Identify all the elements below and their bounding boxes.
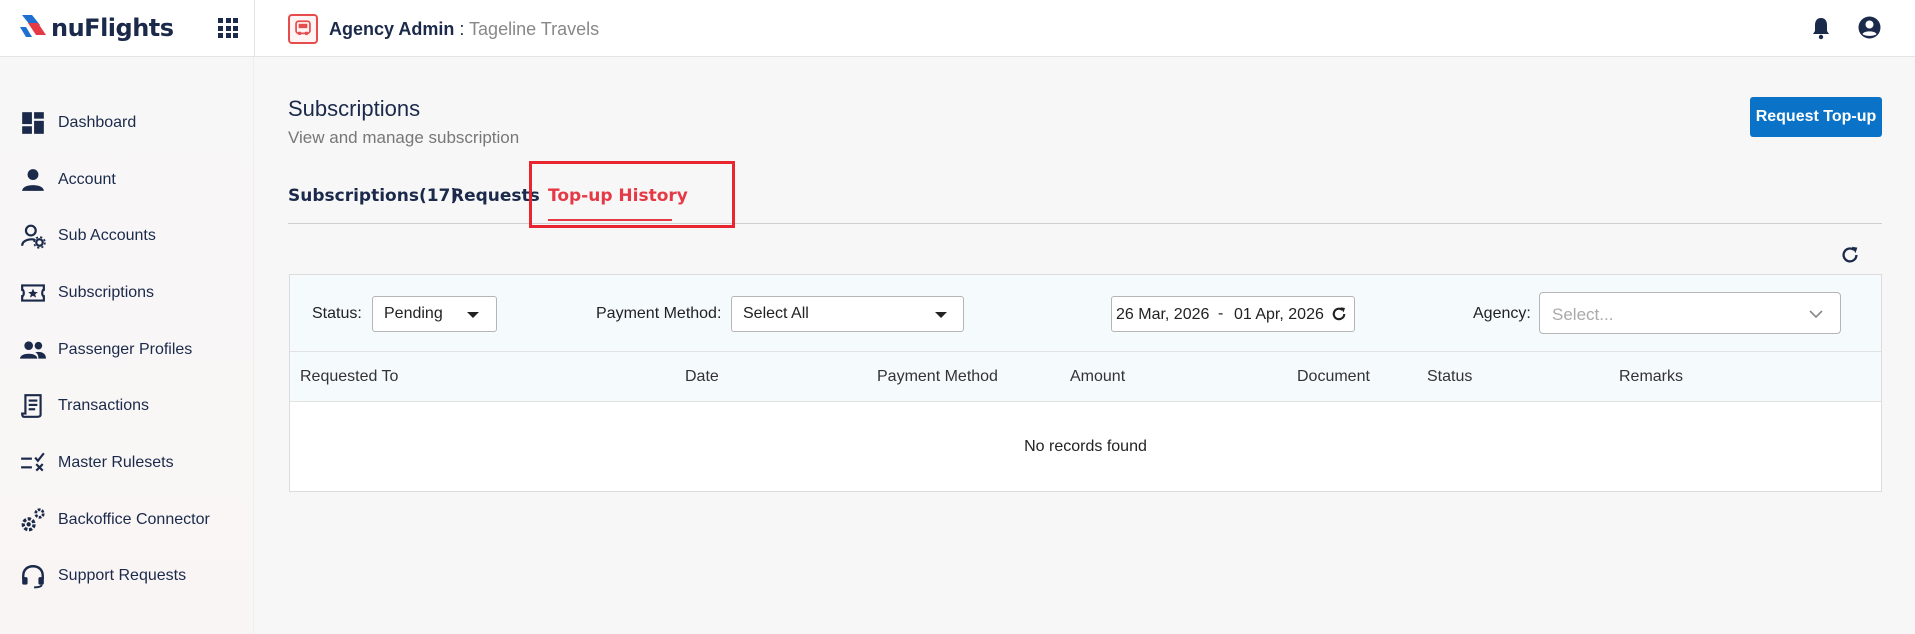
- checklist-icon: [21, 452, 45, 472]
- tab-bar: Subscriptions(17) Requests Top-up Histor…: [288, 164, 1882, 224]
- sidebar-item-label: Dashboard: [58, 114, 137, 131]
- top-bar: nuFlights Agency Admin : Tageline Travel…: [0, 0, 1915, 57]
- date-to: 01 Apr, 2026: [1234, 306, 1324, 323]
- column-header-remarks: Remarks: [1619, 368, 1684, 385]
- account-circle-icon[interactable]: [1857, 15, 1882, 40]
- highlight-annotation: [529, 161, 735, 228]
- column-header-status: Status: [1427, 368, 1473, 385]
- sidebar-item-master-rulesets[interactable]: Master Rulesets: [0, 443, 254, 483]
- date-reset-icon[interactable]: [1330, 305, 1348, 323]
- status-select[interactable]: Pending: [372, 296, 497, 332]
- column-header-amount: Amount: [1070, 368, 1126, 385]
- agency-name: Tageline Travels: [469, 19, 600, 39]
- agency-label: Agency Admin: [329, 19, 455, 39]
- apps-grid-icon[interactable]: [218, 18, 238, 38]
- request-topup-button[interactable]: Request Top-up: [1750, 97, 1882, 137]
- brand-name: nuFlights: [51, 14, 174, 42]
- tab-subscriptions[interactable]: Subscriptions(17): [288, 186, 458, 206]
- date-from: 26 Mar, 2026: [1116, 306, 1210, 323]
- column-header-payment-method: Payment Method: [877, 368, 998, 385]
- sidebar-item-support-requests[interactable]: Support Requests: [0, 556, 254, 596]
- tab-requests[interactable]: Requests: [451, 186, 540, 206]
- date-range-picker[interactable]: 26 Mar, 2026 - 01 Apr, 2026: [1111, 296, 1355, 332]
- people-icon: [20, 341, 46, 359]
- sidebar-item-label: Master Rulesets: [58, 454, 174, 471]
- column-header-requested-to: Requested To: [300, 368, 399, 385]
- column-header-document: Document: [1297, 368, 1370, 385]
- sidebar-item-passenger-profiles[interactable]: Passenger Profiles: [0, 330, 254, 370]
- sidebar-item-backoffice-connector[interactable]: Backoffice Connector: [0, 500, 254, 540]
- sidebar: Dashboard Account Sub Accounts Subscript…: [0, 57, 254, 634]
- user-gear-icon: [21, 224, 46, 249]
- sidebar-item-subscriptions[interactable]: Subscriptions: [0, 273, 254, 313]
- topup-history-panel: Status: Pending Payment Method: Select A…: [289, 274, 1882, 492]
- sidebar-item-label: Support Requests: [58, 567, 187, 584]
- sidebar-item-label: Subscriptions: [58, 284, 155, 301]
- sidebar-item-sub-accounts[interactable]: Sub Accounts: [0, 216, 254, 256]
- receipt-icon: [21, 394, 42, 418]
- chevron-down-icon: [1809, 310, 1823, 319]
- sidebar-item-label: Account: [58, 171, 116, 188]
- column-header-date: Date: [685, 368, 719, 385]
- page-title: Subscriptions: [288, 96, 421, 121]
- payment-method-value: Select All: [743, 305, 809, 322]
- page-subtitle: View and manage subscription: [288, 128, 520, 147]
- dashboard-icon: [22, 112, 44, 134]
- table-header: Requested To Date Payment Method Amount …: [290, 352, 1881, 402]
- sidebar-item-dashboard[interactable]: Dashboard: [0, 103, 254, 143]
- agency-separator: :: [454, 19, 470, 39]
- brand-logo[interactable]: nuFlights: [20, 10, 174, 42]
- refresh-icon[interactable]: [1839, 244, 1861, 266]
- divider: [254, 0, 255, 57]
- agency-select[interactable]: Select...: [1539, 292, 1841, 334]
- sidebar-item-label: Sub Accounts: [58, 227, 156, 244]
- ticket-star-icon: [21, 284, 45, 302]
- sidebar-item-label: Passenger Profiles: [58, 341, 193, 358]
- status-filter-label: Status:: [312, 305, 362, 322]
- headset-icon: [22, 565, 44, 589]
- agency-logo-icon: [288, 14, 318, 44]
- sidebar-item-account[interactable]: Account: [0, 160, 254, 200]
- caret-down-icon: [467, 312, 479, 318]
- sidebar-item-label: Transactions: [58, 397, 149, 414]
- filter-bar: Status: Pending Payment Method: Select A…: [290, 275, 1881, 352]
- payment-method-label: Payment Method:: [596, 305, 722, 322]
- date-separator: -: [1218, 305, 1224, 322]
- bell-icon[interactable]: [1810, 16, 1832, 40]
- gears-icon: [21, 508, 45, 532]
- nuflights-logo-icon: [20, 15, 46, 37]
- empty-state-message: No records found: [1024, 438, 1147, 455]
- agency-filter-label: Agency:: [1473, 305, 1531, 322]
- person-icon: [22, 169, 44, 191]
- caret-down-icon: [935, 312, 947, 318]
- agency-title: Agency Admin : Tageline Travels: [329, 19, 599, 40]
- sidebar-item-transactions[interactable]: Transactions: [0, 386, 254, 426]
- agency-select-placeholder: Select...: [1552, 305, 1614, 324]
- sidebar-item-label: Backoffice Connector: [58, 511, 210, 528]
- status-select-value: Pending: [384, 305, 443, 322]
- payment-method-select[interactable]: Select All: [731, 296, 964, 332]
